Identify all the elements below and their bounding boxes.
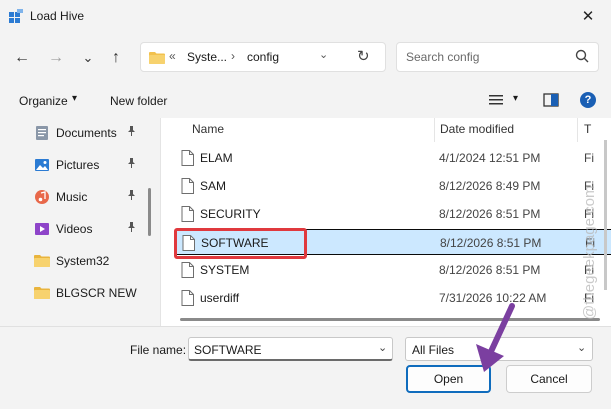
file-icon — [181, 262, 194, 278]
sidebar-item-label: System32 — [56, 254, 110, 268]
file-date-modified: 8/12/2026 8:51 PM — [440, 236, 542, 250]
file-date-modified: 4/1/2024 12:51 PM — [439, 151, 541, 165]
chevron-down-icon[interactable]: ⌄ — [577, 341, 586, 354]
horizontal-scrollbar[interactable] — [180, 318, 600, 321]
column-divider[interactable] — [434, 118, 435, 142]
registry-editor-icon — [9, 9, 23, 23]
pin-icon — [126, 221, 137, 235]
chevron-down-icon[interactable]: ⌄ — [378, 341, 387, 354]
file-icon — [181, 290, 194, 306]
pin-icon — [126, 189, 137, 203]
overflow-chevron[interactable]: « — [169, 49, 176, 63]
file-name-input[interactable] — [188, 337, 393, 361]
highlight-annotation-box — [174, 228, 307, 259]
file-icon — [181, 150, 194, 166]
back-arrow-icon: ← — [14, 49, 30, 66]
organize-button[interactable]: Organize — [19, 94, 68, 108]
back-button[interactable]: ← — [10, 46, 34, 70]
file-date-modified: 8/12/2026 8:51 PM — [439, 207, 541, 221]
file-icon — [181, 206, 194, 222]
sidebar-item-videos[interactable]: Videos — [0, 217, 150, 241]
close-button[interactable]: ✕ — [565, 0, 611, 32]
help-icon[interactable]: ? — [580, 92, 596, 108]
file-row-security[interactable]: SECURITY 8/12/2026 8:51 PM Fi — [175, 201, 611, 227]
videos-icon — [35, 223, 49, 235]
file-row-system[interactable]: SYSTEM 8/12/2026 8:51 PM Fi — [175, 257, 611, 283]
caret-down-icon[interactable]: ▾ — [72, 93, 77, 104]
forward-button[interactable]: → — [44, 46, 68, 70]
file-name: SAM — [200, 179, 227, 193]
new-folder-button[interactable]: New folder — [110, 94, 167, 108]
close-icon: ✕ — [581, 8, 595, 25]
title-bar: Load Hive ✕ — [0, 0, 611, 32]
window-title: Load Hive — [30, 9, 85, 23]
recent-locations-button[interactable]: ⌄ — [76, 46, 100, 70]
file-name: ELAM — [200, 151, 233, 165]
up-button[interactable]: ↑ — [104, 46, 128, 70]
file-type-value: All Files — [412, 343, 455, 357]
pictures-icon — [35, 159, 49, 171]
file-row-userdiff[interactable]: userdiff 7/31/2026 10:22 AM Fi — [175, 285, 611, 311]
documents-icon — [36, 126, 48, 140]
pin-icon — [126, 125, 137, 139]
navigation-pane-scrollbar[interactable] — [148, 188, 151, 236]
breadcrumb-separator[interactable]: › — [231, 49, 235, 63]
pin-icon — [126, 157, 137, 171]
search-icon — [575, 49, 589, 63]
sort-ascending-icon: ⌃ — [307, 118, 316, 125]
file-icon — [181, 178, 194, 194]
sidebar-item-blgscr-new[interactable]: BLGSCR NEW — [0, 281, 150, 305]
file-name: SECURITY — [200, 207, 261, 221]
chevron-down-icon: ⌄ — [82, 50, 94, 65]
sidebar-item-label: Pictures — [56, 158, 100, 172]
sidebar-item-system32[interactable]: System32 — [0, 249, 150, 273]
file-row-sam[interactable]: SAM 8/12/2026 8:49 PM Fi — [175, 173, 611, 199]
watermark-text: @thegeekpage.com — [581, 186, 598, 320]
file-row-elam[interactable]: ELAM 4/1/2024 12:51 PM Fi — [175, 145, 611, 171]
sidebar-item-label: Videos — [56, 222, 93, 236]
file-date-modified: 8/12/2026 8:49 PM — [439, 179, 541, 193]
breadcrumb-config[interactable]: config — [247, 50, 279, 64]
navigation-pane: Documents Pictures Music Videos System32… — [0, 118, 160, 326]
refresh-icon[interactable]: ↻ — [357, 47, 370, 65]
sidebar-item-music[interactable]: Music — [0, 185, 150, 209]
sidebar-item-documents[interactable]: Documents — [0, 121, 150, 145]
folder-icon — [149, 52, 165, 64]
file-list: ⌃ Name Date modified T ELAM 4/1/2024 12:… — [160, 118, 611, 326]
file-name-label: File name: — [130, 343, 187, 357]
sidebar-item-label: Music — [56, 190, 88, 204]
column-header-name[interactable]: Name — [192, 122, 224, 136]
folder-icon — [34, 287, 50, 299]
view-options-icon[interactable] — [488, 93, 504, 107]
sidebar-item-label: Documents — [56, 126, 117, 140]
file-date-modified: 8/12/2026 8:51 PM — [439, 263, 541, 277]
chevron-down-icon[interactable]: ⌄ — [319, 48, 328, 61]
breadcrumb-system32[interactable]: Syste... — [187, 50, 227, 64]
command-bar: Organize ▾ New folder ▾ ? — [0, 86, 611, 116]
music-icon — [35, 190, 49, 204]
column-header-date-modified[interactable]: Date modified — [440, 122, 514, 136]
forward-arrow-icon: → — [48, 49, 64, 66]
preview-pane-icon[interactable] — [543, 93, 559, 107]
file-name: userdiff — [200, 291, 240, 305]
folder-icon — [34, 255, 50, 267]
sidebar-item-label: BLGSCR NEW — [56, 286, 137, 300]
up-arrow-icon: ↑ — [112, 49, 120, 66]
search-box[interactable]: Search config — [396, 42, 599, 72]
caret-down-icon[interactable]: ▾ — [513, 93, 518, 104]
sidebar-item-pictures[interactable]: Pictures — [0, 153, 150, 177]
search-placeholder: Search config — [406, 50, 480, 64]
site-watermark: @thegeekpage.com — [581, 186, 598, 320]
address-bar[interactable]: « Syste... › config ⌄ ↻ — [140, 42, 386, 72]
file-name: SYSTEM — [200, 263, 250, 277]
arrow-annotation — [476, 303, 515, 372]
